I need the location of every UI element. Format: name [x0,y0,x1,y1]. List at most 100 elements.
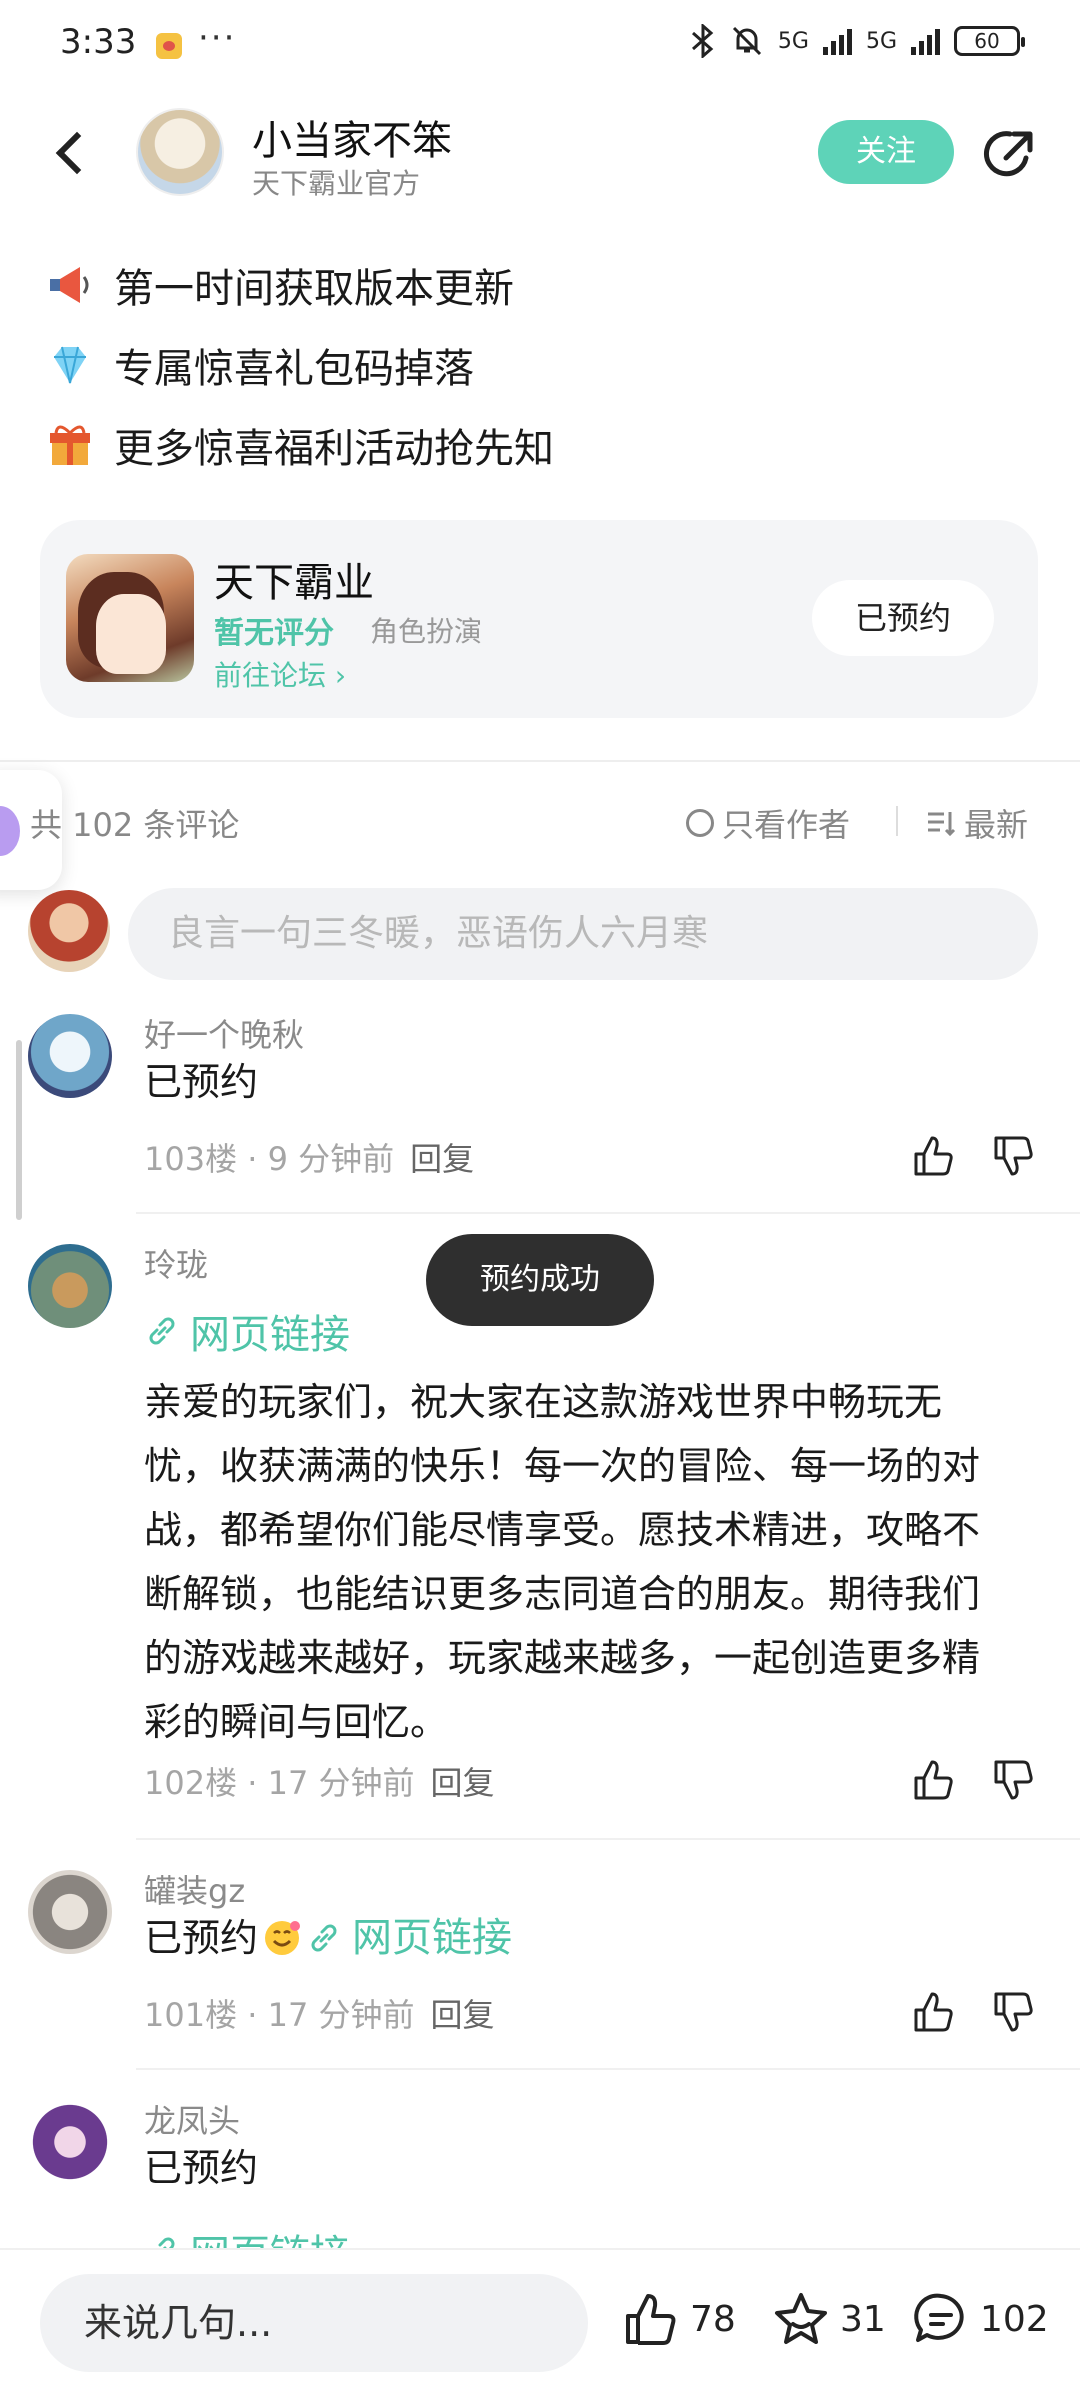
perk-text: 第一时间获取版本更新 [114,266,514,312]
bottom-comment-input[interactable]: 来说几句... [40,2274,588,2372]
dislike-icon[interactable] [992,1134,1036,1178]
chevron-right-icon: › [334,659,347,692]
game-rating: 暂无评分 [214,616,334,651]
forum-link[interactable]: 前往论坛 › [214,654,346,694]
current-user-avatar [28,890,110,972]
comment-time: 17 分钟前 [267,1996,415,2034]
only-author-toggle[interactable]: 只看作者 [686,800,850,846]
comment-meta: 103楼 · 9 分钟前 回复 [144,1140,475,1178]
reserved-button[interactable]: 已预约 [812,580,994,656]
comment-body: 已预约 [144,2146,259,2190]
reply-button[interactable]: 回复 [431,1764,495,1802]
post-header: 小当家不笨 天下霸业官方 关注 [0,92,1080,212]
commenter-avatar[interactable] [28,1014,112,1098]
commenter-avatar[interactable] [28,2100,112,2184]
comment-divider [136,2068,1080,2070]
comment-body: 已预约 [144,1916,259,1960]
dislike-icon[interactable] [992,1758,1036,1802]
scroll-indicator[interactable] [16,1040,22,1220]
comment-meta: 102楼 · 17 分钟前 回复 [144,1764,495,1802]
like-icon[interactable] [912,1758,956,1802]
perk-item: 更多惊喜福利活动抢先知 [44,416,554,474]
like-button[interactable]: 78 [622,2290,736,2348]
like-icon[interactable] [912,1134,956,1178]
comment-time: 9 分钟前 [267,1140,395,1178]
bottom-action-bar: 来说几句... 78 31 102 [0,2248,1080,2400]
follow-button[interactable]: 关注 [818,120,954,184]
diamond-icon [54,346,86,384]
forum-link-label: 前往论坛 [214,659,327,692]
web-link[interactable]: 网页链接 [306,1906,512,1970]
bluetooth-icon [691,24,714,58]
network-5g-label-1: 5G [777,28,809,54]
game-icon [66,554,194,682]
like-icon[interactable] [912,1990,956,2034]
favorite-count: 31 [840,2298,886,2340]
sort-label: 最新 [964,806,1029,844]
commenter-name[interactable]: 玲珑 [144,1240,208,1286]
author-subtitle: 天下霸业官方 [252,167,421,200]
status-time: 3:33 [60,22,137,62]
commenter-avatar[interactable] [28,1870,112,1954]
game-genre: 角色扮演 [370,615,483,648]
commenter-avatar[interactable] [28,1244,112,1328]
comment-floor: 102楼 [144,1764,238,1802]
reply-button[interactable]: 回复 [410,1140,474,1178]
comments-count: 102 [980,2298,1049,2340]
perk-text: 更多惊喜福利活动抢先知 [114,426,554,472]
signal-icon [911,27,940,55]
web-link-label: 网页链接 [190,1312,350,1358]
weibo-notification-icon [156,33,182,59]
author-avatar[interactable] [136,108,224,196]
reply-button[interactable]: 回复 [431,1996,495,2034]
star-icon [775,2293,827,2344]
perk-text: 专属惊喜礼包码掉落 [114,346,474,392]
status-bar: 3:33 ··· 5G 5G 60 [0,0,1080,92]
game-name: 天下霸业 [214,560,374,606]
like-count: 78 [690,2298,736,2340]
web-link[interactable]: 网页链接 [144,1302,350,1360]
comment-floor: 101楼 [144,1996,238,2034]
header-separator [896,806,898,836]
web-link-label: 网页链接 [352,1915,513,1961]
comment-count: 共 102 条评论 [30,806,240,844]
battery-icon: 60 [954,26,1025,56]
share-button[interactable] [980,124,1040,184]
comment-divider [136,1212,1080,1214]
perk-item: 专属惊喜礼包码掉落 [44,336,474,394]
sort-icon [928,812,956,837]
radio-circle-icon [686,809,714,837]
toast-message: 预约成功 [426,1234,654,1326]
comment-body: 亲爱的玩家们，祝大家在这款游戏世界中畅玩无忧，收获满满的快乐！每一次的冒险、每一… [144,1380,981,1744]
web-link-label: 网页链接 [190,2222,350,2248]
status-more: ··· [198,18,237,58]
web-link[interactable]: 网页链接 [144,2222,350,2248]
dislike-icon[interactable] [992,1990,1036,2034]
megaphone-icon [50,267,89,303]
sort-button[interactable]: 最新 [926,800,1028,846]
link-icon [158,2237,175,2248]
perk-item: 第一时间获取版本更新 [44,256,514,314]
comment-body-row: 已预约 网页链接 [144,1906,512,1970]
only-author-label: 只看作者 [722,806,851,844]
author-name[interactable]: 小当家不笨 [252,108,452,166]
game-card[interactable]: 天下霸业 暂无评分 角色扮演 前往论坛 › 已预约 [40,520,1038,718]
status-icons: 5G 5G 60 [690,24,1025,58]
comment-time: 17 分钟前 [267,1764,415,1802]
gift-icon [50,425,90,465]
comment-bubble-icon [914,2293,964,2342]
smile-emoji-icon [265,1921,301,1955]
comment-body: 已预约 [144,1060,259,1104]
comments-button[interactable]: 102 [912,2290,1049,2348]
section-divider [0,760,1080,762]
link-icon [149,1317,175,1345]
network-5g-label-2: 5G [865,28,897,54]
back-button[interactable] [40,122,100,182]
signal-icon [822,27,852,55]
mute-bell-icon [732,26,761,56]
share-icon [983,131,1033,177]
comment-input[interactable]: 良言一句三冬暖，恶语伤人六月寒 [128,888,1038,980]
comment-floor: 103楼 [144,1140,238,1178]
comment-meta: 101楼 · 17 分钟前 回复 [144,1996,495,2034]
favorite-button[interactable]: 31 [772,2290,886,2348]
